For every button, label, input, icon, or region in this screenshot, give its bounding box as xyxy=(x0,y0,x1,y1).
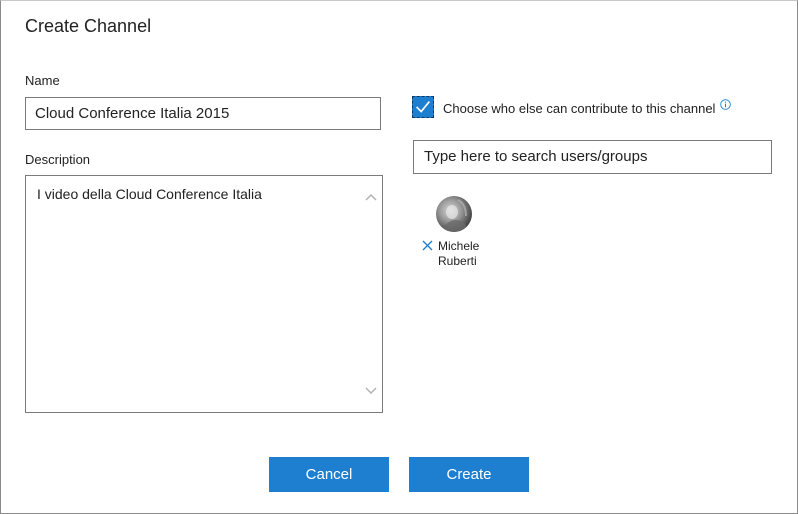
description-text: I video della Cloud Conference Italia xyxy=(37,186,262,202)
chevron-up-icon[interactable] xyxy=(364,190,378,204)
contributors-checkbox[interactable] xyxy=(412,96,434,118)
contributor-first-name: Michele xyxy=(438,239,480,253)
description-label: Description xyxy=(25,152,91,167)
contributor-name: Michele Ruberti xyxy=(438,239,498,269)
name-input[interactable]: Cloud Conference Italia 2015 xyxy=(25,97,381,130)
checkmark-icon xyxy=(416,101,430,113)
info-icon[interactable] xyxy=(720,99,731,110)
contributor-last-name: Ruberti xyxy=(438,254,477,268)
create-button[interactable]: Create xyxy=(409,457,529,492)
avatar xyxy=(436,196,472,232)
create-channel-dialog: Create Channel Name Cloud Conference Ita… xyxy=(0,0,798,514)
name-label: Name xyxy=(25,73,60,88)
chevron-down-icon[interactable] xyxy=(364,384,378,398)
close-icon[interactable] xyxy=(422,240,433,251)
contributors-checkbox-label[interactable]: Choose who else can contribute to this c… xyxy=(443,101,715,116)
user-search-input[interactable]: Type here to search users/groups xyxy=(413,140,772,174)
description-textarea[interactable]: I video della Cloud Conference Italia xyxy=(25,175,383,413)
cancel-button[interactable]: Cancel xyxy=(269,457,389,492)
dialog-title: Create Channel xyxy=(25,16,152,36)
